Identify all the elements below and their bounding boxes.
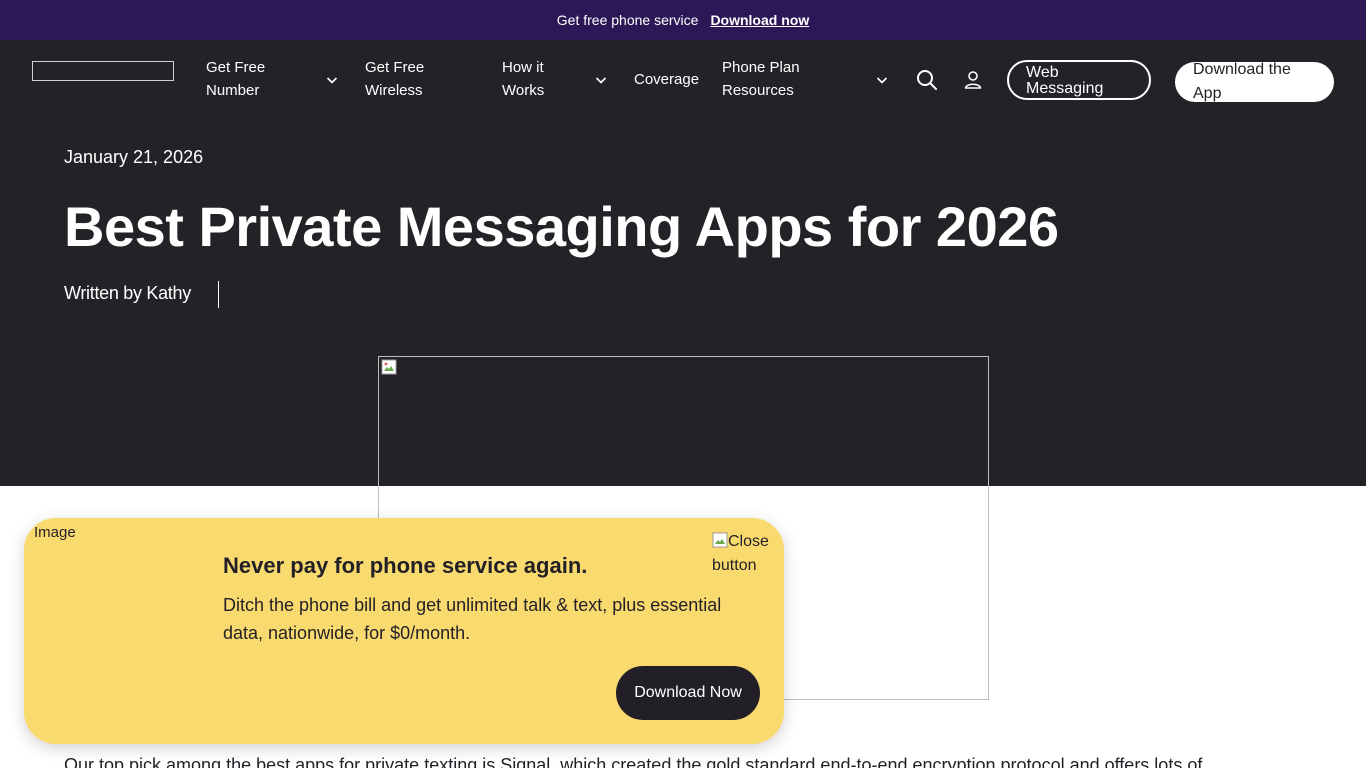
button-label-line: Download the — [1193, 62, 1291, 78]
article-date: January 21, 2026 — [64, 147, 204, 167]
popup-image-alt: Image — [34, 524, 76, 541]
article-paragraph: Our top pick among the best apps for pri… — [64, 755, 1203, 768]
promo-popup: Image Close button Never pay for phone s… — [24, 518, 784, 744]
button-label: Web — [1026, 64, 1059, 81]
nav-item-label: Number — [206, 82, 260, 99]
popup-title: Never pay for phone service again. — [223, 553, 588, 578]
button-label: Messaging — [1026, 80, 1104, 97]
button-label: Download the App — [1193, 62, 1323, 102]
page-title: Best Private Messaging Apps for 2026 — [64, 195, 1059, 258]
search-icon[interactable] — [916, 69, 938, 91]
nav-item-phone-plan-resources[interactable]: Phone Plan Resources — [722, 56, 800, 102]
popup-image: Image — [30, 521, 76, 541]
nav-item-label: Get Free — [206, 59, 266, 76]
nav-item-get-free-number[interactable]: Get Free Number — [206, 56, 265, 102]
user-icon[interactable] — [962, 69, 984, 91]
popup-body: Ditch the phone bill and get unlimited t… — [223, 595, 722, 643]
broken-image-icon — [381, 359, 397, 375]
nav-item-coverage[interactable]: Coverage — [634, 68, 699, 91]
close-icon — [712, 532, 728, 548]
nav-item-label: Get Free — [365, 59, 425, 76]
nav-item-label: Works — [502, 82, 545, 99]
site-logo[interactable] — [32, 61, 174, 81]
download-app-button[interactable]: Download the App — [1175, 62, 1334, 102]
chevron-down-icon[interactable] — [595, 74, 607, 86]
nav-item-label: How it — [502, 59, 544, 76]
close-button[interactable]: Close button — [712, 530, 782, 578]
promo-text: Get free phone service — [556, 12, 699, 28]
promo-download-link[interactable]: Download now — [710, 12, 809, 28]
nav-item-get-free-wireless[interactable]: Get Free Wireless — [365, 56, 424, 102]
web-messaging-button[interactable]: Web Messaging — [1007, 60, 1151, 100]
promo-bar: Get free phone service Download now — [0, 0, 1366, 40]
chevron-down-icon[interactable] — [876, 74, 888, 86]
button-label-line: App — [1193, 85, 1222, 102]
nav-item-label: Resources — [722, 82, 794, 99]
chevron-down-icon[interactable] — [326, 74, 338, 86]
article-byline[interactable]: Written by Kathy — [64, 283, 191, 304]
byline-divider — [218, 281, 219, 308]
nav-item-how-it-works[interactable]: How it Works — [502, 56, 544, 102]
download-now-button[interactable]: Download Now — [616, 666, 760, 720]
nav-item-label: Wireless — [365, 82, 423, 99]
nav-item-label: Phone Plan — [722, 59, 800, 76]
